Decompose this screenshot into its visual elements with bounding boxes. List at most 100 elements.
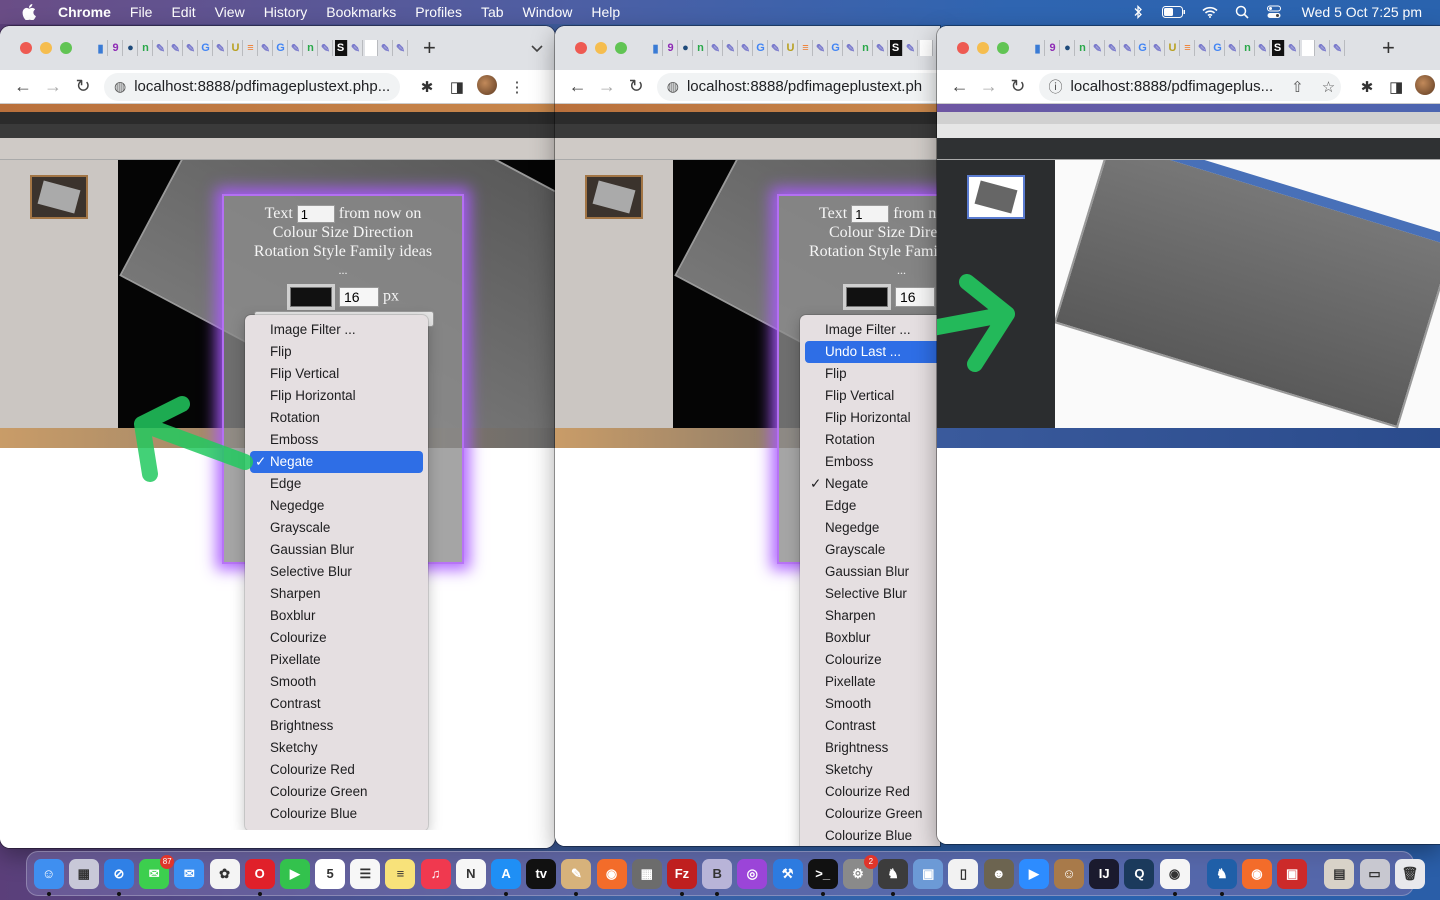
dock-app-trash[interactable]: 🗑 (1394, 858, 1425, 889)
menubar-clock[interactable]: Wed 5 Oct 7:25 pm (1302, 4, 1422, 20)
pinned-tab-favicon[interactable]: ✎ (185, 40, 198, 56)
pinned-tab-favicon[interactable]: 9 (110, 40, 123, 56)
pinned-tab-favicon[interactable]: ✎ (290, 40, 303, 56)
filter-option[interactable]: Boxblur (250, 605, 423, 627)
filter-option[interactable]: Colourize Green (805, 803, 940, 825)
address-bar[interactable]: ⓘ localhost:8888/pdfimageplus... ⇧ ☆ (1038, 72, 1341, 101)
pinned-tab-favicon[interactable]: ✎ (1197, 40, 1210, 56)
dock-app-mail[interactable]: ✉ (174, 858, 205, 889)
filter-option[interactable]: Colourize Blue (250, 803, 423, 825)
dock-app-safari[interactable]: ⊘ (103, 858, 134, 896)
filter-option[interactable]: ✓ Negate (805, 473, 940, 495)
dock-app-firefox-developer-edition[interactable]: ◉ (1241, 858, 1272, 889)
filter-option[interactable]: Rotation (805, 429, 940, 451)
filter-option[interactable]: Flip Horizontal (805, 407, 940, 429)
minimize-window-button[interactable] (977, 42, 989, 54)
pinned-tab-favicon[interactable]: U (230, 40, 243, 56)
dock-app-messages[interactable]: ✉ 87 (139, 854, 175, 889)
pinned-tab-favicon[interactable]: ✎ (815, 40, 828, 56)
filter-option[interactable]: Sharpen (805, 605, 940, 627)
filter-option[interactable]: Gaussian Blur (805, 561, 940, 583)
filter-option[interactable]: Sketchy (805, 759, 940, 781)
battery-icon[interactable] (1161, 4, 1186, 20)
forward-button[interactable]: → (974, 76, 1003, 97)
dock-app-mamp[interactable]: ♞ (878, 858, 909, 896)
dock-app-downloads[interactable]: ▤ (1324, 858, 1355, 889)
close-window-button[interactable] (575, 42, 587, 54)
dock-app-podcasts[interactable]: ◎ (737, 858, 768, 889)
new-tab-button[interactable]: + (423, 37, 436, 59)
filter-option[interactable]: Selective Blur (250, 561, 423, 583)
filter-option[interactable]: Pixellate (250, 649, 423, 671)
filter-option[interactable]: Contrast (250, 693, 423, 715)
menu-app-name[interactable]: Chrome (58, 4, 111, 20)
pinned-tab-favicon[interactable]: ✎ (380, 40, 393, 56)
pinned-tab-favicon[interactable]: n (1077, 40, 1090, 56)
pinned-tab-favicon[interactable]: ✎ (875, 40, 888, 56)
side-panel-icon[interactable]: ◨ (1382, 78, 1411, 96)
filter-option[interactable]: Boxblur (805, 627, 940, 649)
menu-edit[interactable]: Edit (171, 4, 195, 20)
bluetooth-icon[interactable] (1130, 4, 1146, 20)
info-icon[interactable]: ⓘ (1049, 77, 1063, 97)
pinned-tab-favicon[interactable]: ✎ (350, 40, 363, 56)
maximize-window-button[interactable] (60, 42, 72, 54)
dock-app-finder[interactable]: ☺ (33, 858, 64, 896)
menu-file[interactable]: File (130, 4, 153, 20)
filter-option[interactable]: Sketchy (250, 737, 423, 759)
menu-tab[interactable]: Tab (481, 4, 504, 20)
globe-icon[interactable]: ◍ (667, 78, 679, 95)
dock-app-gimp[interactable]: ☻ (983, 858, 1014, 889)
dock-app-screenshot-folder[interactable]: ▭ (1359, 858, 1390, 889)
pinned-tab-favicon[interactable]: ✎ (1317, 40, 1330, 56)
filter-option[interactable]: Emboss (250, 429, 423, 451)
pinned-tab-favicon[interactable]: ▮ (650, 40, 663, 56)
pinned-tab-favicon[interactable]: ▮ (1032, 40, 1045, 56)
dock-app-preview[interactable]: ▣ (913, 858, 944, 889)
filter-option[interactable]: Emboss (805, 451, 940, 473)
menu-window[interactable]: Window (523, 4, 573, 20)
back-button[interactable]: ← (945, 76, 974, 97)
close-window-button[interactable] (20, 42, 32, 54)
filter-option[interactable]: Sharpen (250, 583, 423, 605)
dock-app-filezilla[interactable]: Fz (666, 858, 697, 896)
address-bar[interactable]: ◍ localhost:8888/pdfimageplustext.ph (656, 72, 940, 101)
filter-option[interactable]: Selective Blur (805, 583, 940, 605)
pinned-tab-favicon[interactable]: n (695, 40, 708, 56)
forward-button[interactable]: → (38, 76, 68, 97)
dock-app-opera[interactable]: O (244, 858, 275, 896)
filter-option[interactable]: ✓ Negate (250, 451, 423, 473)
maximize-window-button[interactable] (615, 42, 627, 54)
pinned-tab-favicon[interactable]: G (1212, 40, 1225, 56)
filter-option[interactable]: Colourize Blue (805, 825, 940, 846)
pinned-tab-favicon[interactable]: U (1167, 40, 1180, 56)
tab-search-chevron-icon[interactable] (531, 41, 543, 56)
filter-option[interactable]: Image Filter ... (250, 319, 423, 341)
pinned-tab-favicon[interactable] (920, 40, 933, 56)
pinned-tab-favicon[interactable]: n (305, 40, 318, 56)
dock-app-photo-booth[interactable]: ▣ (1277, 858, 1308, 889)
dock-app-mamp-pro[interactable]: ♞ (1206, 858, 1237, 896)
pinned-tab-favicon[interactable]: G (275, 40, 288, 56)
pinned-tab-favicon[interactable]: 9 (665, 40, 678, 56)
pinned-tab-favicon[interactable]: ✎ (1257, 40, 1270, 56)
close-window-button[interactable] (957, 42, 969, 54)
share-icon[interactable]: ⇧ (1291, 78, 1304, 96)
pinned-tab-favicon[interactable]: ✎ (1152, 40, 1165, 56)
spotlight-search-icon[interactable] (1234, 4, 1250, 20)
profile-avatar[interactable] (472, 74, 502, 99)
pinned-tab-favicon[interactable]: ✎ (740, 40, 753, 56)
filter-option[interactable]: Smooth (250, 671, 423, 693)
pinned-tab-favicon[interactable]: G (200, 40, 213, 56)
dock-app-terminal[interactable]: >_ (807, 858, 838, 896)
dock-app-xcode[interactable]: ⚒ (772, 858, 803, 889)
dock-app-system-preferences[interactable]: ⚙ 2 (842, 854, 878, 889)
extensions-icon[interactable]: ✱ (1353, 78, 1382, 96)
filter-option[interactable]: Colourize (805, 649, 940, 671)
pinned-tab-favicon[interactable]: ≡ (1182, 40, 1195, 56)
apple-menu-icon[interactable] (22, 4, 38, 20)
pinned-tab-favicon[interactable]: ≡ (800, 40, 813, 56)
menu-history[interactable]: History (264, 4, 308, 20)
pinned-tab-favicon[interactable]: ✎ (1287, 40, 1300, 56)
dock-app-paintbrush[interactable]: ✎ (561, 858, 592, 896)
